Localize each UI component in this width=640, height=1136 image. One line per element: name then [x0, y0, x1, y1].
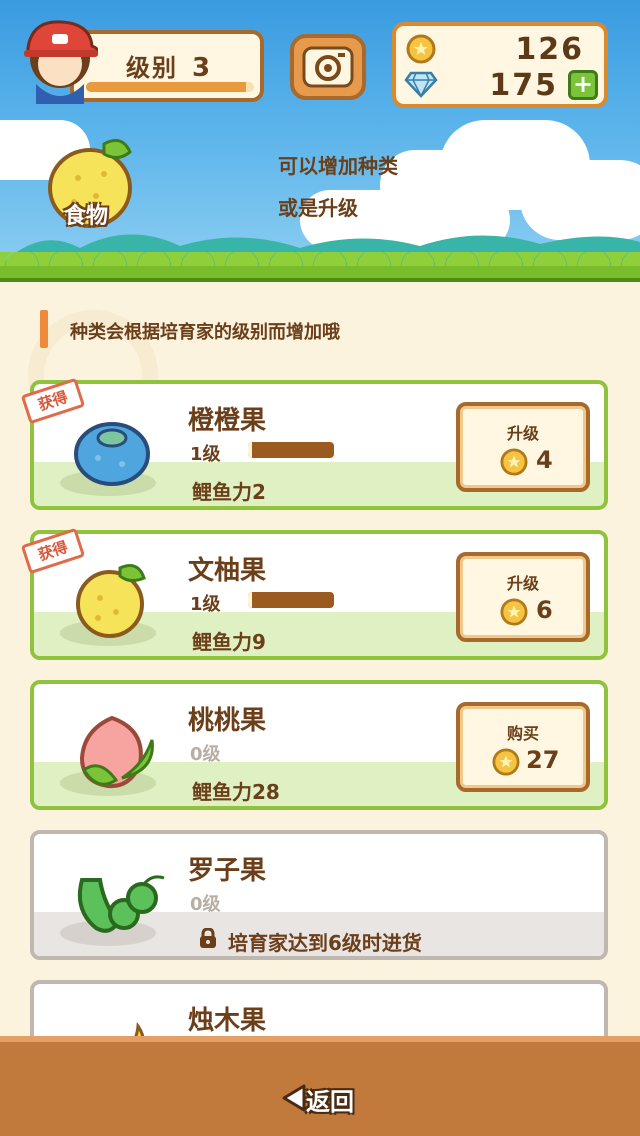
action-label: 升级 [506, 574, 539, 593]
gem-count: 175 [489, 68, 558, 103]
coin-row: 126 [406, 32, 598, 67]
item-name: 橙橙果 [188, 406, 267, 436]
item-name: 罗子果 [188, 856, 267, 886]
item-xp-fill [248, 592, 253, 608]
unlock-requirement: 培育家达到6级时进货 [228, 931, 422, 955]
add-gems-button[interactable]: + [568, 70, 598, 100]
coin-icon [492, 748, 520, 776]
food-item-card[interactable]: 桃桃果 0级 鲤鱼力28 购买 27 [30, 680, 608, 810]
currency-panel: 126 175 + [392, 22, 608, 108]
back-arrow-icon [282, 1084, 306, 1112]
hint-line-1: 可以增加种类 [278, 154, 398, 178]
food-category-label: 食物 [64, 204, 109, 229]
coin-icon [500, 598, 528, 626]
note-accent-bar [40, 310, 48, 348]
level-value: 3 [192, 53, 213, 83]
footer-bar: 返回 [0, 1036, 640, 1136]
item-level: 1级 [190, 594, 221, 615]
camera-icon [302, 46, 354, 88]
peach-fruit-icon [60, 700, 168, 796]
green-fruit-icon [60, 850, 168, 946]
level-progress-bar [86, 82, 254, 92]
level-label: 级别 [126, 54, 178, 82]
item-power: 鲤鱼力9 [192, 630, 266, 654]
back-label: 返回 [306, 1088, 354, 1116]
action-label: 购买 [506, 724, 539, 743]
back-button[interactable]: 返回 [282, 1082, 362, 1116]
item-level: 0级 [190, 894, 221, 915]
food-item-card[interactable]: 橙橙果 1级 鲤鱼力2 升级 4 [30, 380, 608, 510]
trainer-avatar[interactable] [22, 18, 103, 104]
trainer-level-panel: 级别 3 [70, 30, 264, 102]
item-xp-fill [248, 442, 253, 458]
action-cost: 6 [536, 596, 553, 624]
upgrade-button[interactable]: 升级 4 [456, 402, 590, 492]
blue-fruit-icon [60, 400, 168, 496]
action-cost: 4 [536, 446, 553, 474]
buy-button[interactable]: 购买 27 [456, 702, 590, 792]
yellow-fruit-icon [60, 550, 168, 646]
camera-button[interactable] [290, 34, 366, 100]
lock-icon [200, 928, 216, 948]
item-level: 1级 [190, 444, 221, 465]
gem-row: 175 + [404, 68, 598, 103]
action-label: 升级 [506, 424, 539, 443]
item-xp-bar [248, 442, 334, 458]
hint-line-2: 或是升级 [278, 196, 358, 220]
level-progress-fill [86, 82, 246, 92]
upgrade-button[interactable]: 升级 6 [456, 552, 590, 642]
diamond-icon [404, 71, 438, 98]
item-name: 文柚果 [188, 556, 267, 586]
info-note: 种类会根据培育家的级别而增加哦 [70, 322, 340, 343]
coin-count: 126 [515, 32, 584, 67]
coin-icon [500, 448, 528, 476]
item-power: 鲤鱼力2 [192, 480, 266, 504]
action-cost: 27 [526, 746, 560, 774]
item-power: 鲤鱼力28 [192, 780, 280, 804]
item-xp-bar [248, 592, 334, 608]
food-item-card[interactable]: 文柚果 1级 鲤鱼力9 升级 6 [30, 530, 608, 660]
item-level: 0级 [190, 744, 221, 765]
coin-icon [406, 34, 436, 64]
food-item-card-locked: 罗子果 0级 培育家达到6级时进货 [30, 830, 608, 960]
item-name: 桃桃果 [188, 706, 267, 736]
item-name: 烛木果 [188, 1006, 267, 1036]
